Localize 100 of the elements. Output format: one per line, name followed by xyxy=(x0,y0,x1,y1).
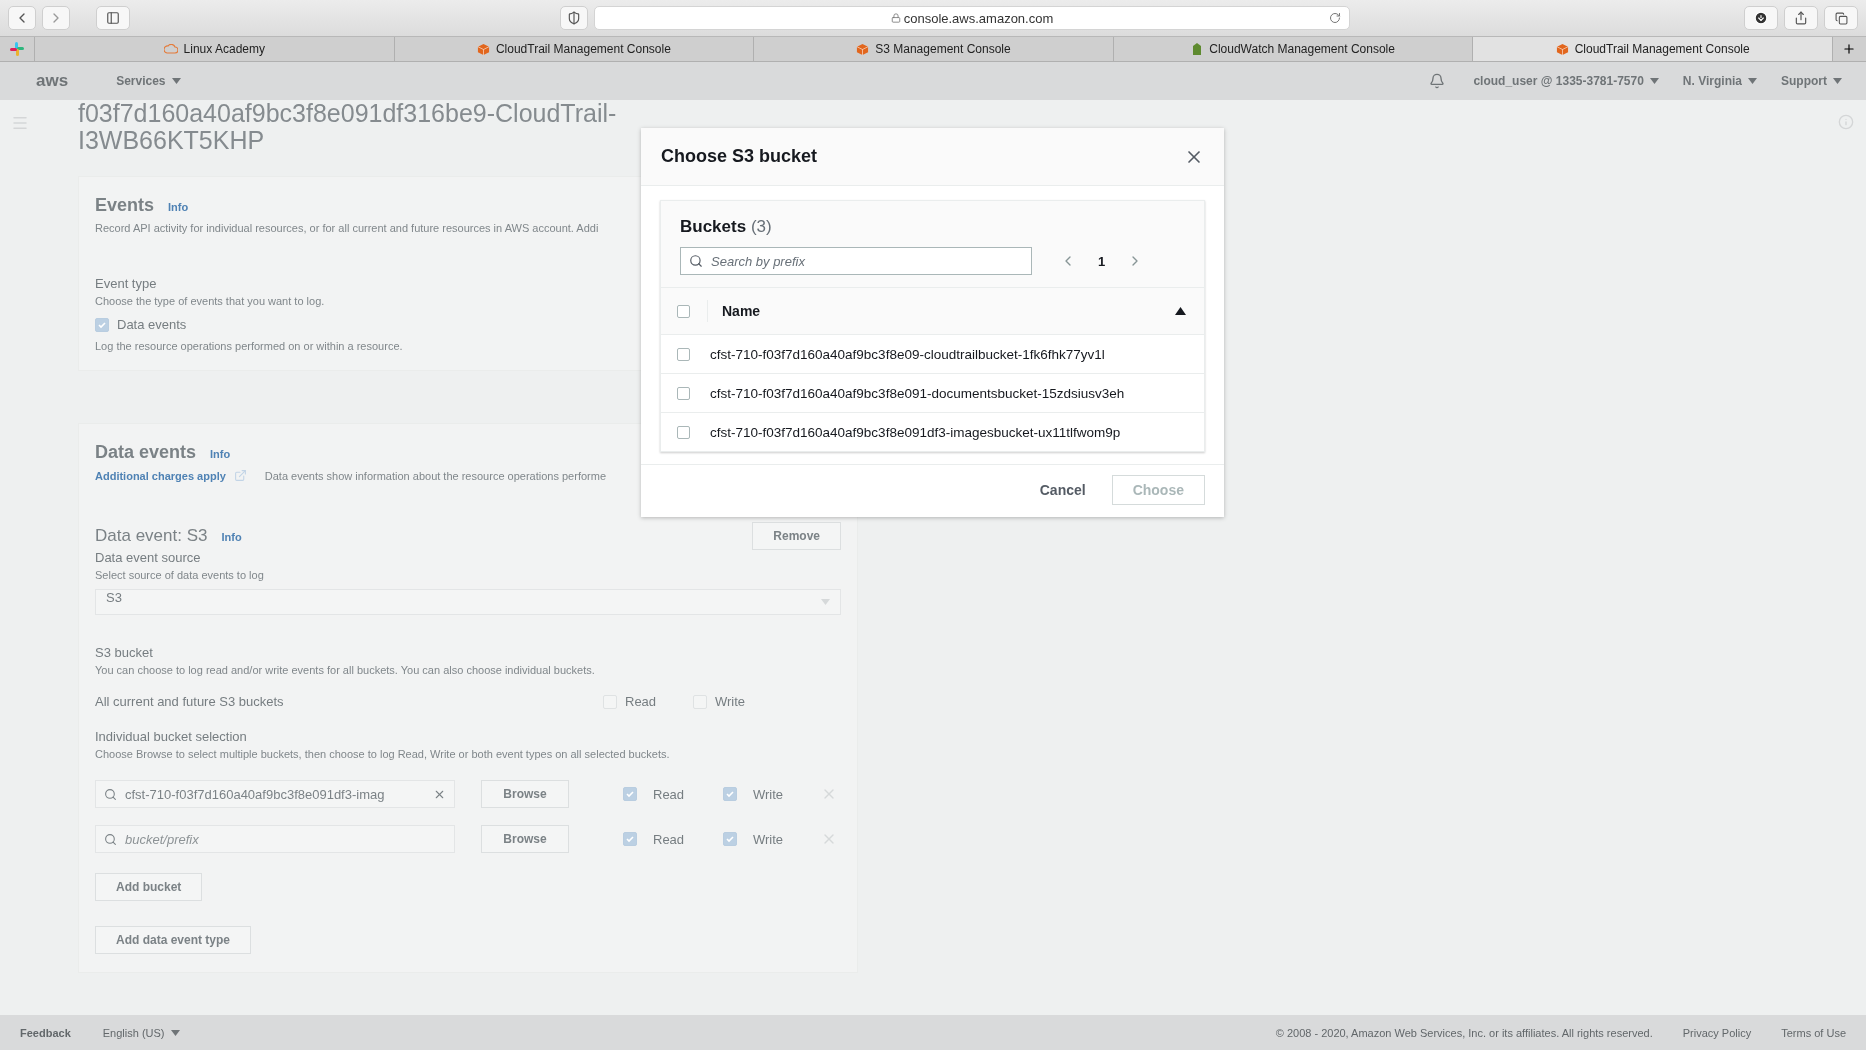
row-checkbox[interactable] xyxy=(677,386,690,400)
pillar-icon xyxy=(1191,42,1204,56)
forward-button[interactable] xyxy=(42,6,70,30)
services-menu[interactable]: Services xyxy=(116,74,181,88)
checkbox[interactable] xyxy=(723,832,737,846)
address-bar[interactable]: console.aws.amazon.com xyxy=(594,6,1350,30)
checkbox[interactable] xyxy=(623,787,637,801)
caret-down-icon xyxy=(821,599,830,605)
charges-link[interactable]: Additional charges apply xyxy=(95,469,226,482)
bucket-name: cfst-710-f03f7d160a40af9bc3f8e09-cloudtrailbucket-1fk6fhk77yv1l xyxy=(710,346,1105,362)
checkmark-icon xyxy=(725,789,735,799)
support-menu[interactable]: Support xyxy=(1781,74,1842,88)
search-icon xyxy=(689,254,703,268)
table-title: Buckets (3) xyxy=(680,217,773,237)
bucket-name: cfst-710-f03f7d160a40af9bc3f8e091df3-imagesbucket-ux11tlfwom9p xyxy=(710,424,1121,440)
sidebar-toggle-button[interactable] xyxy=(96,6,130,30)
field-label: Event type xyxy=(95,276,157,291)
checkbox-label: Write xyxy=(715,694,746,709)
checkbox[interactable] xyxy=(95,317,109,332)
add-bucket-button[interactable]: Add bucket xyxy=(95,873,203,901)
caret-down-icon xyxy=(170,1029,180,1036)
field-hint: You can choose to log read and/or write events for all buckets. You can also choose individual buckets. xyxy=(95,664,595,676)
footer-link[interactable]: Terms of Use xyxy=(1781,1026,1846,1039)
field-hint: Log the resource operations performed on or within a resource. xyxy=(95,340,403,352)
slack-logo-icon[interactable] xyxy=(10,42,24,56)
checkbox[interactable] xyxy=(623,832,637,846)
menu-icon xyxy=(11,114,29,132)
checkbox-label: Write xyxy=(753,786,785,802)
browse-button[interactable]: Browse xyxy=(481,825,569,853)
shield-icon xyxy=(567,11,581,25)
dialog-title: Choose S3 bucket xyxy=(661,146,818,167)
page-title: I3WB66KT5KHP xyxy=(78,127,265,154)
cancel-button[interactable]: Cancel xyxy=(1027,476,1098,504)
row-checkbox[interactable] xyxy=(677,347,690,361)
caret-down-icon xyxy=(1649,78,1659,84)
checkmark-icon xyxy=(625,789,635,799)
download-icon xyxy=(1754,11,1768,25)
language-menu[interactable]: English (US) xyxy=(102,1026,180,1039)
bucket-name: cfst-710-f03f7d160a40af9bc3f8e091-documentsbucket-15zdsiusv3eh xyxy=(710,385,1125,401)
aws-logo: aws xyxy=(36,71,69,91)
download-button[interactable] xyxy=(1744,6,1778,30)
add-data-event-type-button[interactable]: Add data event type xyxy=(95,926,252,954)
caret-down-icon xyxy=(171,78,181,84)
caret-down-icon xyxy=(1748,78,1757,84)
search-icon xyxy=(104,832,117,846)
tabs-button[interactable] xyxy=(1824,6,1858,30)
search-field[interactable]: Search by prefix xyxy=(680,247,1032,275)
checkbox-label: Read xyxy=(625,694,658,709)
account-menu[interactable]: cloud_user @ 1335-3781-7570 xyxy=(1473,74,1659,88)
sort-up-icon[interactable] xyxy=(1175,307,1186,315)
region-menu[interactable]: N. Virginia xyxy=(1682,74,1757,88)
checkmark-icon xyxy=(97,319,107,330)
row-checkbox[interactable] xyxy=(677,425,690,439)
field-hint: Select source of data events to log xyxy=(95,569,264,581)
copyright-text: © 2008 - 2020, Amazon Web Services, Inc. or its affiliates. All rights reserved. xyxy=(1275,1026,1653,1039)
share-button[interactable] xyxy=(1784,6,1818,30)
section-description: Record API activity for individual resources, or for all current and future resources in AWS account. Addi xyxy=(95,222,599,234)
remove-button[interactable]: Remove xyxy=(752,522,841,550)
page-title: f03f7d160a40af9bc3f8e091df316be9-CloudTrail- xyxy=(78,100,617,127)
bucket-search-field[interactable]: cfst-710-f03f7d160a40af9bc3f8e091df3-imag xyxy=(95,780,455,808)
share-icon xyxy=(1794,11,1808,25)
browse-button[interactable]: Browse xyxy=(481,780,569,808)
checkbox-label: Read xyxy=(653,786,686,802)
field-label: Individual bucket selection xyxy=(95,729,247,744)
caret-down-icon xyxy=(1833,78,1842,84)
section-title: Events xyxy=(95,195,155,216)
source-dropdown[interactable]: S3 xyxy=(95,589,841,615)
tabs-icon xyxy=(1834,11,1848,25)
sidebar-icon xyxy=(106,11,120,25)
info-link[interactable]: Info xyxy=(221,531,242,543)
back-button[interactable] xyxy=(8,6,36,30)
cube-icon xyxy=(856,42,870,56)
browser-tab[interactable]: CloudTrail Management Console xyxy=(1472,37,1832,61)
cloud-icon xyxy=(163,44,178,54)
plus-icon xyxy=(1842,42,1857,56)
info-link[interactable]: Info xyxy=(210,448,231,460)
bucket-search-field[interactable]: bucket/prefix xyxy=(95,825,455,853)
page-number[interactable]: 1 xyxy=(1098,253,1106,269)
info-icon xyxy=(1838,114,1854,130)
checkbox-label: Data events xyxy=(117,317,187,332)
cube-icon xyxy=(476,42,490,56)
footer-link[interactable]: Privacy Policy xyxy=(1682,1026,1752,1039)
field-label: S3 bucket xyxy=(95,645,153,660)
shield-button[interactable] xyxy=(560,6,588,30)
external-link-icon xyxy=(233,469,247,482)
field-label: Data event source xyxy=(95,550,201,565)
section-description: Data events show information about the resource operations performe xyxy=(264,469,606,482)
subsection-title: Data event: S3 xyxy=(95,526,208,546)
section-title: Data events xyxy=(95,442,197,463)
search-icon xyxy=(104,787,117,801)
bell-icon[interactable] xyxy=(1429,73,1446,89)
checkmark-icon xyxy=(725,834,735,844)
reload-icon xyxy=(1329,12,1341,24)
cube-icon xyxy=(1555,42,1569,56)
field-hint: Choose the type of events that you want to log. xyxy=(95,295,325,307)
select-all-checkbox[interactable] xyxy=(677,304,690,318)
checkbox[interactable] xyxy=(723,787,737,801)
feedback-link[interactable]: Feedback xyxy=(20,1026,71,1039)
info-link[interactable]: Info xyxy=(168,201,189,213)
checkmark-icon xyxy=(625,834,635,844)
